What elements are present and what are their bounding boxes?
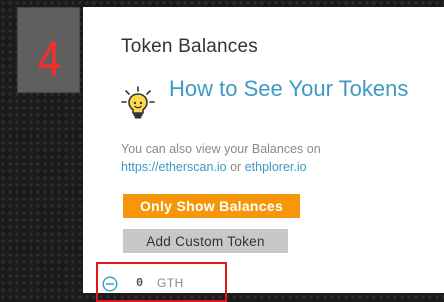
- token-symbol: GTH: [157, 276, 184, 290]
- help-text: You can also view your Balances on https…: [121, 140, 421, 176]
- help-text-intro: You can also view your Balances on: [121, 142, 321, 156]
- help-title: How to See Your Tokens: [169, 76, 409, 101]
- step-number: 4: [38, 31, 61, 87]
- token-balances-panel: Token Balances How to See Your Tokens Yo…: [83, 7, 444, 302]
- lightbulb-icon: [121, 86, 155, 119]
- add-custom-token-button[interactable]: Add Custom Token: [123, 229, 288, 253]
- only-show-balances-button[interactable]: Only Show Balances: [123, 194, 300, 218]
- step-badge: 4: [17, 7, 80, 93]
- etherscan-link[interactable]: https://etherscan.io: [121, 160, 227, 174]
- section-title: Token Balances: [121, 36, 258, 57]
- minus-circle-icon[interactable]: [102, 276, 118, 292]
- ethplorer-link[interactable]: ethplorer.io: [245, 160, 307, 174]
- token-amount: 0: [136, 276, 144, 290]
- help-text-or: or: [230, 160, 242, 174]
